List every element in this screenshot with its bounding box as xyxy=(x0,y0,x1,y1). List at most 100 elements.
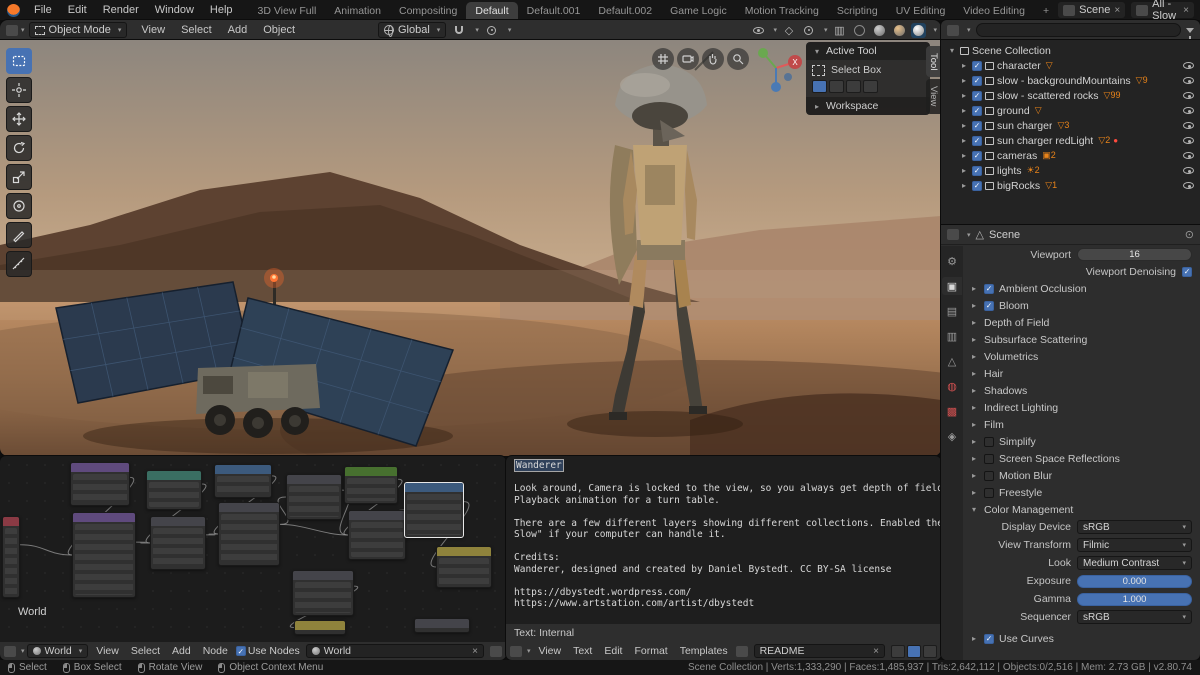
use-nodes-checkbox[interactable]: ✓ xyxy=(235,646,246,656)
view-transform-dropdown[interactable]: Filmic ▾ xyxy=(1077,538,1192,552)
tab-render[interactable]: ▣ xyxy=(942,277,962,295)
filter-funnel-icon[interactable] xyxy=(1186,27,1194,40)
prop-section-shadows[interactable]: ▸ Shadows xyxy=(963,382,1200,399)
expand-arrow-icon[interactable]: ▸ xyxy=(959,91,969,100)
camera-view-icon[interactable] xyxy=(677,48,699,70)
expand-arrow-icon[interactable]: ▾ xyxy=(947,46,957,55)
checkbox[interactable]: ✓ xyxy=(972,105,982,116)
tool-measure-button[interactable] xyxy=(6,251,32,277)
word-wrap-toggle[interactable] xyxy=(907,644,921,658)
tool-cursor-button[interactable] xyxy=(6,77,32,103)
chevron-down-icon[interactable]: ▾ xyxy=(824,26,828,34)
axis-gizmo[interactable]: X xyxy=(750,42,802,97)
shader-node[interactable] xyxy=(218,502,280,566)
shader-node[interactable] xyxy=(70,462,130,506)
expand-arrow-icon[interactable]: ▸ xyxy=(969,454,979,463)
menu-add[interactable]: Add xyxy=(166,645,197,657)
outliner-root[interactable]: ▾ Scene Collection xyxy=(941,43,1200,58)
expand-arrow-icon[interactable]: ▸ xyxy=(969,420,979,429)
node-header[interactable] xyxy=(73,513,135,522)
outliner-item-slow-scattered-rocks[interactable]: ▸ ✓ slow - scattered rocks ▽99 xyxy=(941,88,1200,103)
grid-view-icon[interactable] xyxy=(652,48,674,70)
syntax-highlight-toggle[interactable] xyxy=(923,644,937,658)
menu-edit[interactable]: Edit xyxy=(60,4,95,16)
view-layer-selector[interactable]: All - Slow × xyxy=(1131,0,1194,22)
checkbox[interactable]: ✓ xyxy=(972,75,982,86)
checkbox[interactable] xyxy=(984,453,994,464)
3d-viewport[interactable]: X ▾ Active Tool Select Box ▸ Workspace T… xyxy=(0,40,941,456)
checkbox[interactable]: ✓ xyxy=(972,60,982,71)
prop-section-ambient-occlusion[interactable]: ▸ ✓ Ambient Occlusion xyxy=(963,280,1200,297)
node-header[interactable] xyxy=(3,517,19,526)
tab-output[interactable]: ▤ xyxy=(942,302,962,320)
node-header[interactable] xyxy=(151,517,205,526)
eye-icon[interactable] xyxy=(1183,122,1194,129)
active-tool-header[interactable]: ▾ Active Tool xyxy=(806,42,930,60)
3d-scene[interactable] xyxy=(0,40,941,456)
node-header[interactable] xyxy=(405,483,463,492)
expand-arrow-icon[interactable]: ▸ xyxy=(969,335,979,344)
outliner-item-bigrocks[interactable]: ▸ ✓ bigRocks ▽1 xyxy=(941,178,1200,193)
expand-arrow-icon[interactable]: ▸ xyxy=(959,166,969,175)
node-canvas[interactable]: World xyxy=(0,456,506,642)
editor-type-icon[interactable] xyxy=(510,645,522,657)
xray-toggle-icon[interactable]: ▥ xyxy=(831,22,847,38)
node-header[interactable] xyxy=(215,465,271,474)
workspace-tab-default-001[interactable]: Default.001 xyxy=(518,2,590,20)
eye-icon[interactable] xyxy=(1183,152,1194,159)
workspace-panel-header[interactable]: ▸ Workspace xyxy=(806,97,930,115)
shading-material-icon[interactable] xyxy=(891,22,907,38)
expand-arrow-icon[interactable]: ▸ xyxy=(969,352,979,361)
outliner-search-input[interactable] xyxy=(975,23,1181,37)
display-device-dropdown[interactable]: sRGB ▾ xyxy=(1077,520,1192,534)
expand-arrow-icon[interactable]: ▸ xyxy=(959,121,969,130)
sequencer-dropdown[interactable]: sRGB ▾ xyxy=(1077,610,1192,624)
outliner-item-sun-charger[interactable]: ▸ ✓ sun charger ▽3 xyxy=(941,118,1200,133)
checkbox[interactable]: ✓ xyxy=(984,283,994,294)
snap-magnet-icon[interactable] xyxy=(451,22,467,38)
scene-selector[interactable]: Scene × xyxy=(1058,2,1126,18)
unlink-icon[interactable]: × xyxy=(472,646,478,657)
pin-icon[interactable]: ⊙ xyxy=(1185,228,1194,241)
node-header[interactable] xyxy=(219,503,279,512)
tab-view[interactable]: View xyxy=(926,79,941,114)
scene-browse-icon[interactable] xyxy=(1063,4,1076,16)
workspace-tab-motion-tracking[interactable]: Motion Tracking xyxy=(736,2,828,20)
checkbox[interactable]: ✓ xyxy=(984,300,994,311)
select-mode-intersect-button[interactable] xyxy=(863,80,878,93)
text-content[interactable]: Wanderer Look around, Camera is locked t… xyxy=(514,459,941,610)
prop-section-depth-of-field[interactable]: ▸ Depth of Field xyxy=(963,314,1200,331)
select-mode-subtract-button[interactable] xyxy=(846,80,861,93)
shading-rendered-icon[interactable] xyxy=(911,22,927,38)
workspace-tab-animation[interactable]: Animation xyxy=(325,2,390,20)
expand-arrow-icon[interactable]: ▾ xyxy=(969,505,979,514)
node-header[interactable] xyxy=(349,511,405,520)
expand-arrow-icon[interactable]: ▸ xyxy=(969,301,979,310)
editor-type-icon[interactable] xyxy=(4,645,16,657)
use-curves-row[interactable]: ▸ ✓ Use Curves xyxy=(963,630,1200,647)
workspace-tab-[interactable]: + xyxy=(1034,2,1058,20)
node-header[interactable] xyxy=(345,467,397,476)
expand-arrow-icon[interactable]: ▸ xyxy=(959,151,969,160)
shader-node[interactable] xyxy=(286,474,342,520)
tool-move-button[interactable] xyxy=(6,106,32,132)
mode-dropdown[interactable]: Object Mode ▾ xyxy=(28,22,128,38)
shading-solid-icon[interactable] xyxy=(871,22,887,38)
shader-node[interactable] xyxy=(72,512,136,598)
tab-world[interactable]: ◍ xyxy=(942,377,962,395)
tab-tool[interactable]: Tool xyxy=(926,46,941,78)
shading-wireframe-icon[interactable] xyxy=(851,22,867,38)
shader-type-dropdown[interactable]: World ▾ xyxy=(26,644,89,658)
eye-icon[interactable] xyxy=(1183,77,1194,84)
expand-arrow-icon[interactable]: ▸ xyxy=(969,284,979,293)
prop-section-subsurface-scattering[interactable]: ▸ Subsurface Scattering xyxy=(963,331,1200,348)
tool-annotate-button[interactable] xyxy=(6,222,32,248)
shader-node[interactable] xyxy=(344,466,398,504)
workspace-tab-scripting[interactable]: Scripting xyxy=(828,2,887,20)
node-header[interactable] xyxy=(437,547,491,556)
menu-view[interactable]: View xyxy=(533,645,568,657)
viewport-denoising-checkbox[interactable]: ✓ xyxy=(1182,266,1192,277)
editor-type-icon[interactable] xyxy=(947,229,959,240)
expand-arrow-icon[interactable]: ▸ xyxy=(959,106,969,115)
proportional-editing-icon[interactable] xyxy=(484,22,500,38)
